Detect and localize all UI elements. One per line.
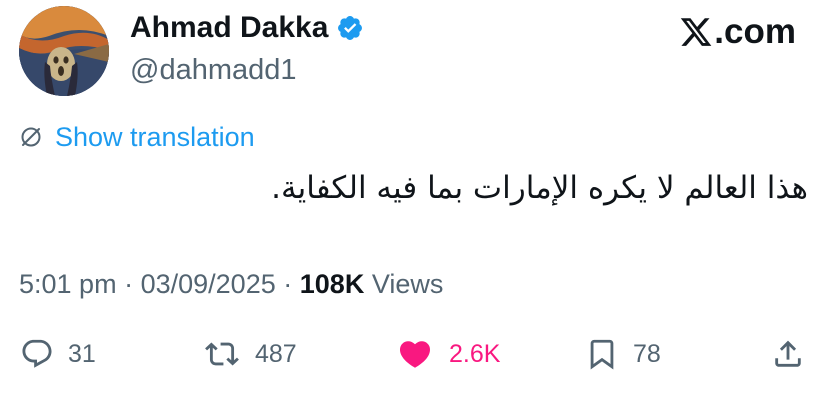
globe-translate-icon	[19, 125, 43, 149]
author-name-row: Ahmad Dakka	[130, 9, 364, 47]
reply-button[interactable]: 31	[20, 332, 96, 376]
retweet-button[interactable]: 487	[203, 332, 297, 376]
bookmark-count: 78	[633, 340, 661, 368]
reply-icon	[20, 337, 54, 371]
tweet-metadata: 5:01 pm · 03/09/2025 · 108K Views	[19, 266, 443, 302]
reply-count: 31	[68, 340, 96, 368]
tweet-text: هذا العالم لا يكره الإمارات بما فيه الكف…	[271, 170, 808, 206]
heart-icon	[395, 336, 435, 372]
like-button[interactable]: 2.6K	[395, 332, 500, 376]
meta-separator: ·	[283, 269, 293, 299]
bookmark-button[interactable]: 78	[585, 332, 661, 376]
views-label: Views	[371, 269, 444, 299]
tweet-date[interactable]: 03/09/2025	[141, 269, 276, 299]
share-icon	[771, 337, 805, 371]
retweet-count: 487	[255, 340, 297, 368]
bookmark-icon	[585, 337, 619, 371]
avatar[interactable]	[19, 6, 109, 96]
author-handle[interactable]: @dahmadd1	[130, 52, 297, 88]
x-logo-icon	[679, 15, 713, 49]
retweet-icon	[203, 337, 241, 371]
show-translation-label[interactable]: Show translation	[55, 120, 255, 154]
meta-separator: ·	[124, 269, 134, 299]
tweet-actions-bar: 31 487 2.6K 78	[0, 332, 828, 376]
share-button[interactable]	[771, 332, 805, 376]
tweet-time[interactable]: 5:01 pm	[19, 269, 117, 299]
brand-suffix: .com	[714, 12, 796, 51]
show-translation-link[interactable]: Show translation	[19, 120, 255, 154]
views-count: 108K	[299, 269, 365, 299]
verified-badge-icon	[336, 14, 364, 42]
brand-watermark: .com	[679, 12, 796, 52]
author-display-name[interactable]: Ahmad Dakka	[130, 9, 328, 47]
like-count: 2.6K	[449, 340, 501, 368]
